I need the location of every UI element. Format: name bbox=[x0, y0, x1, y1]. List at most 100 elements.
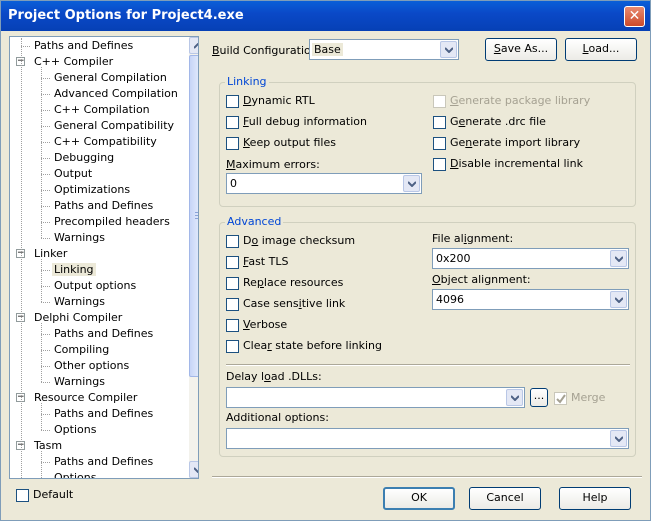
tree-item[interactable]: Advanced Compilation bbox=[52, 86, 180, 102]
save-as-button[interactable]: Save As... bbox=[485, 38, 557, 61]
tree-item[interactable]: Output options bbox=[52, 278, 138, 294]
tree-connector bbox=[41, 174, 50, 175]
additional-options-label: Additional options: bbox=[226, 411, 329, 424]
tree-item[interactable]: Paths and Defines bbox=[52, 454, 155, 470]
tree-item[interactable]: Precompiled headers bbox=[52, 214, 172, 230]
tree-item[interactable]: Warnings bbox=[52, 294, 107, 310]
file-alignment-value: 0x200 bbox=[436, 252, 471, 265]
tree-item[interactable]: Optimizations bbox=[52, 182, 132, 198]
tree-connector bbox=[41, 142, 50, 143]
window-title: Project Options for Project4.exe bbox=[8, 8, 244, 23]
tree-item-label: General Compatibility bbox=[54, 119, 175, 132]
tree-item[interactable]: C++ Compilation bbox=[52, 102, 152, 118]
tree-item-label: Warnings bbox=[54, 231, 105, 244]
tree-item[interactable]: Linker bbox=[32, 246, 69, 262]
tree-item[interactable]: General Compilation bbox=[52, 70, 169, 86]
tree-connector bbox=[41, 478, 50, 479]
max-errors-value: 0 bbox=[230, 177, 237, 190]
title-bar[interactable]: Project Options for Project4.exe ✕ bbox=[1, 1, 650, 31]
max-errors-combo[interactable]: 0 bbox=[226, 173, 422, 194]
tree-connector bbox=[41, 238, 50, 239]
object-alignment-dropdown[interactable] bbox=[610, 291, 627, 308]
tree-item[interactable]: Options bbox=[52, 470, 98, 479]
build-configuration-dropdown[interactable] bbox=[440, 41, 457, 58]
tree-connector bbox=[41, 259, 42, 302]
tree-connector bbox=[41, 286, 50, 287]
max-errors-dropdown[interactable] bbox=[403, 175, 420, 192]
tree-item-label: Paths and Defines bbox=[54, 407, 154, 420]
options-tree: Paths and Defines C++ Compiler − General Co… bbox=[9, 36, 199, 479]
tree-connector bbox=[41, 270, 50, 271]
close-button[interactable]: ✕ bbox=[624, 6, 645, 27]
additional-options-dropdown[interactable] bbox=[610, 430, 627, 447]
object-alignment-combo[interactable]: 4096 bbox=[432, 289, 629, 310]
scroll-down-button[interactable] bbox=[189, 461, 198, 478]
advanced-separator bbox=[226, 364, 630, 366]
tree-item[interactable]: Delphi Compiler bbox=[32, 310, 124, 326]
tree-item[interactable]: C++ Compatibility bbox=[52, 134, 159, 150]
ok-button[interactable]: OK bbox=[383, 487, 455, 510]
chevron-down-icon bbox=[615, 297, 623, 303]
tree-connector bbox=[41, 158, 50, 159]
tree-item-label: Advanced Compilation bbox=[54, 87, 178, 100]
tree-item-label: C++ Compilation bbox=[54, 103, 150, 116]
tree-connector bbox=[41, 382, 50, 383]
tree-item-label: Options bbox=[54, 471, 97, 479]
tree-item[interactable]: Resource Compiler bbox=[32, 390, 139, 406]
tree-connector bbox=[41, 403, 42, 430]
tree-scrollbar[interactable] bbox=[189, 37, 198, 478]
scroll-up-button[interactable] bbox=[189, 37, 198, 54]
project-options-dialog: Project Options for Project4.exe ✕ Paths… bbox=[0, 0, 651, 521]
tree-item[interactable]: Compiling bbox=[52, 342, 111, 358]
tree-item-label: Debugging bbox=[54, 151, 115, 164]
tree-item[interactable]: Warnings bbox=[52, 374, 107, 390]
tree-item-label: Options bbox=[54, 423, 97, 436]
file-alignment-label: File alignment: bbox=[432, 232, 514, 245]
load-button[interactable]: Load... bbox=[565, 38, 637, 61]
scroll-thumb[interactable] bbox=[189, 55, 198, 377]
help-button[interactable]: Help bbox=[559, 487, 631, 510]
tree-item[interactable]: Tasm bbox=[32, 438, 64, 454]
tree-connector bbox=[41, 350, 50, 351]
advanced-legend: Advanced bbox=[225, 215, 284, 228]
tree-item[interactable]: Paths and Defines bbox=[52, 198, 155, 214]
additional-options-combo[interactable] bbox=[226, 428, 629, 449]
file-alignment-dropdown[interactable] bbox=[610, 250, 627, 267]
browse-dlls-button[interactable]: ... bbox=[530, 388, 548, 407]
tree-item[interactable]: C++ Compiler bbox=[32, 54, 115, 70]
tree-item[interactable]: Paths and Defines bbox=[52, 406, 155, 422]
tree-connector bbox=[41, 334, 50, 335]
tree-item[interactable]: Warnings bbox=[52, 230, 107, 246]
delay-load-dropdown[interactable] bbox=[506, 389, 523, 406]
delay-load-combo[interactable] bbox=[226, 387, 525, 408]
chevron-down-icon bbox=[511, 395, 519, 401]
tree-item[interactable]: General Compatibility bbox=[52, 118, 176, 134]
tree-item-label: Warnings bbox=[54, 375, 105, 388]
footer-separator bbox=[212, 476, 642, 478]
file-alignment-combo[interactable]: 0x200 bbox=[432, 248, 629, 269]
tree-item[interactable]: Options bbox=[52, 422, 98, 438]
tree-connector bbox=[41, 67, 42, 238]
tree-connector bbox=[41, 206, 50, 207]
tree-item[interactable]: Paths and Defines bbox=[52, 326, 155, 342]
tree-item-label: Paths and Defines bbox=[54, 455, 154, 468]
tree-item-label: Warnings bbox=[54, 295, 105, 308]
tree-item[interactable]: Other options bbox=[52, 358, 131, 374]
build-configuration-combo[interactable]: Base bbox=[309, 39, 459, 60]
max-errors-label: Maximum errors: bbox=[226, 158, 320, 171]
default-checkbox-box[interactable] bbox=[16, 489, 29, 502]
tree-item-label: Precompiled headers bbox=[54, 215, 170, 228]
tree-item[interactable]: Output bbox=[52, 166, 94, 182]
tree-item-label: Optimizations bbox=[54, 183, 131, 196]
tree-item[interactable]: Debugging bbox=[52, 150, 116, 166]
merge-label: Merge bbox=[571, 391, 606, 404]
tree-item[interactable]: Paths and Defines bbox=[32, 38, 135, 54]
tree-item-label: C++ Compatibility bbox=[54, 135, 157, 148]
tree-item-label: C++ Compiler bbox=[34, 55, 114, 68]
cancel-button[interactable]: Cancel bbox=[469, 487, 541, 510]
build-configuration-label: Build Configuration: bbox=[212, 44, 322, 57]
tree-connector bbox=[41, 110, 50, 111]
chevron-down-icon bbox=[408, 181, 416, 187]
tree-connector bbox=[41, 366, 50, 367]
tree-item[interactable]: Linking bbox=[52, 262, 96, 278]
